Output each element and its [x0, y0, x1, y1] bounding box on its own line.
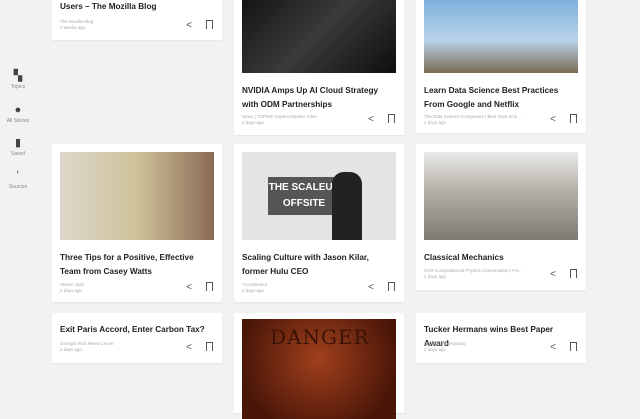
save-button[interactable]	[568, 269, 578, 281]
bookmark-icon	[205, 20, 213, 29]
story-card[interactable]: Users – The Mozilla Blog The Mozilla Blo…	[52, 0, 222, 40]
bookmark-icon	[387, 114, 395, 123]
save-button[interactable]	[204, 20, 214, 32]
story-card[interactable]: Three Tips for a Positive, Effective Tea…	[52, 144, 222, 302]
share-button[interactable]: <	[184, 342, 194, 354]
save-button[interactable]	[386, 282, 396, 294]
save-button[interactable]	[568, 114, 578, 126]
story-image[interactable]: DANGER	[242, 319, 396, 419]
story-image[interactable]	[424, 152, 578, 240]
story-time: 2 days ago	[242, 120, 265, 125]
story-card[interactable]: DANGER	[234, 313, 404, 419]
story-card[interactable]: NVIDIA Amps Up AI Cloud Strategy with OD…	[234, 0, 404, 135]
sidebar-item-all-stories[interactable]: ● All Stories	[0, 104, 36, 124]
story-title[interactable]: Scaling Culture with Jason Kilar, former…	[242, 251, 396, 279]
story-title[interactable]: NVIDIA Amps Up AI Cloud Strategy with OD…	[242, 84, 396, 112]
story-time: 2 days ago	[424, 120, 447, 125]
story-title[interactable]: Users – The Mozilla Blog	[60, 0, 214, 14]
bookmark-icon	[387, 282, 395, 291]
share-button[interactable]: <	[548, 269, 558, 281]
story-card[interactable]: Tucker Hermans wins Best Paper Award Sch…	[416, 313, 586, 363]
rss-icon: ՙ	[16, 170, 20, 182]
story-time: 2 days ago	[424, 347, 447, 352]
story-title[interactable]: Learn Data Science Best Practices From G…	[424, 84, 578, 112]
all-stories-icon: ●	[14, 104, 22, 116]
bookmark-icon	[205, 282, 213, 291]
share-button[interactable]: <	[366, 282, 376, 294]
bookmark-icon	[569, 269, 577, 278]
story-time: 2 days ago	[242, 288, 265, 293]
sidebar-item-topics[interactable]: ▚ Topics	[0, 70, 36, 90]
speaker-figure	[332, 172, 362, 240]
save-button[interactable]	[386, 114, 396, 126]
share-button[interactable]: <	[548, 342, 558, 354]
story-title[interactable]: Classical Mechanics	[424, 251, 578, 265]
story-title[interactable]: Three Tips for a Positive, Effective Tea…	[60, 251, 214, 279]
sidebar-item-sources[interactable]: ՙ Sources	[0, 170, 36, 190]
bookmark-icon	[569, 114, 577, 123]
sidebar-item-saved[interactable]: ▮ Saved	[0, 137, 36, 157]
bookmark-icon	[569, 342, 577, 351]
story-card[interactable]: Exit Paris Accord, Enter Carbon Tax? Geo…	[52, 313, 222, 363]
share-button[interactable]: <	[184, 20, 194, 32]
story-image[interactable]	[424, 0, 578, 73]
share-button[interactable]: <	[184, 282, 194, 294]
story-title[interactable]: Exit Paris Accord, Enter Carbon Tax?	[60, 323, 214, 337]
bookmark-icon: ▮	[14, 137, 22, 149]
story-time: 2 days ago	[424, 274, 447, 279]
story-time: 2 days ago	[60, 288, 83, 293]
save-button[interactable]	[204, 282, 214, 294]
story-image[interactable]	[242, 0, 396, 73]
bookmark-icon	[205, 342, 213, 351]
story-time: 2 weeks ago	[60, 25, 86, 30]
share-button[interactable]: <	[548, 114, 558, 126]
story-image[interactable]	[60, 152, 214, 240]
story-time: 2 days ago	[60, 347, 83, 352]
topics-icon: ▚	[13, 70, 23, 82]
story-card[interactable]: Classical Mechanics UCR Computational Ph…	[416, 144, 586, 290]
story-image[interactable]: THE SCALEUP OFFSITE	[242, 152, 396, 240]
save-button[interactable]	[568, 342, 578, 354]
scaleup-sign: THE SCALEUP OFFSITE	[268, 177, 340, 215]
save-button[interactable]	[204, 342, 214, 354]
story-card[interactable]: THE SCALEUP OFFSITE Scaling Culture with…	[234, 144, 404, 302]
share-button[interactable]: <	[366, 114, 376, 126]
story-card[interactable]: Learn Data Science Best Practices From G…	[416, 0, 586, 133]
danger-sign: DANGER	[270, 325, 370, 349]
